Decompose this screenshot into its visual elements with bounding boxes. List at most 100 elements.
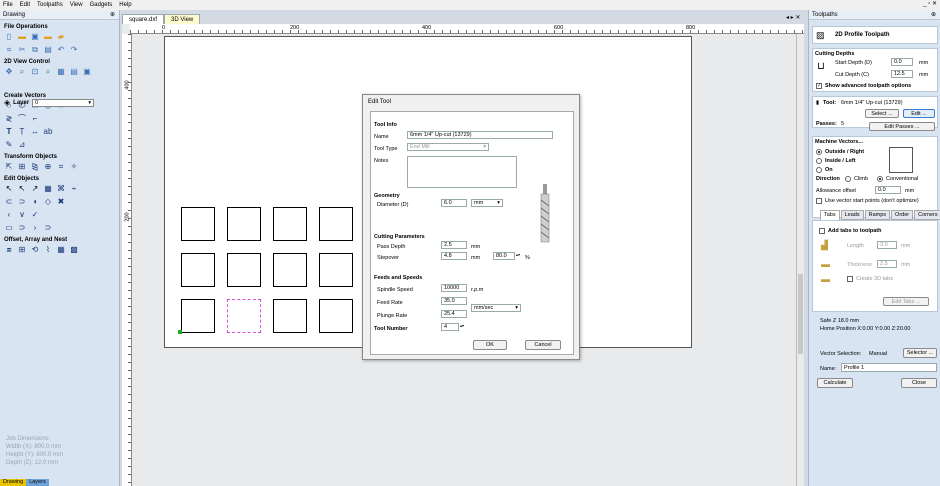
- node-edit-icon[interactable]: ↖: [17, 184, 27, 194]
- view-2d-icon[interactable]: ▦: [56, 67, 66, 77]
- dimension-icon[interactable]: ↔: [30, 127, 40, 137]
- selected-vector-square[interactable]: [181, 299, 215, 333]
- tab-length-input[interactable]: 3.0: [877, 241, 897, 249]
- tab-nav-arrows[interactable]: ◂ ▸ ✕: [786, 14, 800, 21]
- menu-help[interactable]: Help: [119, 2, 131, 8]
- select-icon[interactable]: ↖: [4, 184, 14, 194]
- nest-icon[interactable]: ▦: [56, 245, 66, 255]
- spindle-speed-input[interactable]: 10000: [441, 284, 467, 292]
- feed-unit-select[interactable]: mm/sec ▾: [471, 304, 521, 312]
- diameter-input[interactable]: 6.0: [441, 199, 467, 207]
- save-icon[interactable]: ▣: [30, 32, 40, 42]
- menu-toolpaths[interactable]: Toolpaths: [37, 2, 63, 8]
- text-on-curve-icon[interactable]: Ṭ: [17, 127, 27, 137]
- inside-left-radio[interactable]: [816, 158, 822, 164]
- on-radio[interactable]: [816, 167, 822, 173]
- extend-icon[interactable]: ›: [30, 223, 40, 233]
- weld-icon[interactable]: ⊂: [4, 197, 14, 207]
- delete-icon[interactable]: ✖: [56, 197, 66, 207]
- tool-edit-button[interactable]: Edit ...: [903, 109, 935, 118]
- vector-square[interactable]: [273, 253, 307, 287]
- array-icon[interactable]: ▩: [69, 245, 79, 255]
- tab-thickness-input[interactable]: 2.5: [877, 260, 897, 268]
- move-icon[interactable]: ⇱: [4, 162, 14, 172]
- vector-square[interactable]: [181, 207, 215, 241]
- draw-icon[interactable]: ⊿: [17, 140, 27, 150]
- distort-icon[interactable]: ⌗: [56, 162, 66, 172]
- window-controls[interactable]: _ ▫ ✕: [923, 0, 937, 7]
- cancel-button[interactable]: Cancel: [525, 340, 561, 350]
- check-icon[interactable]: ✓: [30, 210, 40, 220]
- spinner-icon[interactable]: ▴▾: [516, 252, 520, 257]
- redo-icon[interactable]: ↷: [69, 45, 79, 55]
- pass-depth-input[interactable]: 2.5: [441, 241, 467, 249]
- circular-copy-icon[interactable]: ⟲: [30, 245, 40, 255]
- close-button[interactable]: Close: [901, 378, 937, 388]
- ok-button[interactable]: OK: [473, 340, 507, 350]
- tab-order[interactable]: Order: [891, 210, 914, 220]
- calculate-button[interactable]: Calculate: [817, 378, 853, 388]
- block-copy-icon[interactable]: ⊞: [17, 245, 27, 255]
- tool-notes-textarea[interactable]: [407, 156, 517, 188]
- copy-icon[interactable]: ⧉: [30, 45, 40, 55]
- zoom-fit-icon[interactable]: ⌕: [43, 67, 53, 77]
- job-setup-icon[interactable]: ⌗: [4, 45, 14, 55]
- join-icon[interactable]: ⌁: [69, 184, 79, 194]
- chamfer-icon[interactable]: ∨: [17, 210, 27, 220]
- tab-layers[interactable]: Layers: [26, 479, 49, 486]
- scrollbar-thumb[interactable]: [798, 274, 803, 354]
- copy-along-icon[interactable]: ⌇: [43, 245, 53, 255]
- mirror-icon[interactable]: ⧎: [30, 162, 40, 172]
- layer-select[interactable]: 0 ▾: [32, 98, 95, 107]
- tab-drawing[interactable]: Drawing: [0, 479, 27, 486]
- tool-number-input[interactable]: 4: [441, 323, 459, 331]
- cut-depth-input[interactable]: 12.5: [891, 70, 913, 78]
- offset-icon[interactable]: ⧈: [4, 245, 14, 255]
- center-icon[interactable]: ✧: [69, 162, 79, 172]
- subtract-icon[interactable]: ⊃: [17, 197, 27, 207]
- vector-start-checkbox[interactable]: [816, 198, 822, 204]
- tab-leads[interactable]: Leads: [840, 210, 864, 220]
- toolpath-name-input[interactable]: Profile 1: [841, 363, 937, 372]
- align-icon[interactable]: ⊕: [43, 162, 53, 172]
- ungroup-icon[interactable]: ⌘: [56, 184, 66, 194]
- spinner-icon[interactable]: ▴▾: [460, 323, 464, 328]
- vector-square[interactable]: [227, 253, 261, 287]
- interactive-transform-icon[interactable]: ↗: [30, 184, 40, 194]
- menu-view[interactable]: View: [70, 2, 83, 8]
- undo-icon[interactable]: ↶: [56, 45, 66, 55]
- new-file-icon[interactable]: ▯: [4, 32, 14, 42]
- cut-icon[interactable]: ✂: [17, 45, 27, 55]
- trace-bitmap-icon[interactable]: ✎: [4, 140, 14, 150]
- add-tabs-checkbox[interactable]: [819, 228, 825, 234]
- vector-square[interactable]: [319, 299, 353, 333]
- menu-edit[interactable]: Edit: [20, 2, 30, 8]
- edit-passes-button[interactable]: Edit Passes ...: [869, 122, 935, 131]
- curve-fit-icon[interactable]: ⊃: [43, 223, 53, 233]
- stepover-percent-input[interactable]: 80.0: [493, 252, 515, 260]
- vector-square[interactable]: [227, 207, 261, 241]
- stepover-input[interactable]: 4.8: [441, 252, 467, 260]
- bracket-icon[interactable]: ▭: [4, 223, 14, 233]
- tab-tabs[interactable]: Tabs: [820, 210, 840, 220]
- vector-square[interactable]: [273, 207, 307, 241]
- close-vector-icon[interactable]: ⊃: [17, 223, 27, 233]
- pin-icon[interactable]: ⊕: [931, 11, 936, 18]
- folder-icon[interactable]: ▰: [56, 32, 66, 42]
- import-icon[interactable]: ▬: [43, 32, 53, 42]
- auto-layout-text-icon[interactable]: ab: [43, 127, 53, 137]
- tool-name-input[interactable]: 6mm 1/4" Up-cut (13729): [407, 131, 553, 139]
- create-3d-tabs-checkbox[interactable]: [847, 276, 853, 282]
- view-split-icon[interactable]: ▤: [69, 67, 79, 77]
- curve-icon[interactable]: ⌒: [17, 114, 27, 124]
- outside-right-radio[interactable]: [816, 149, 822, 155]
- feed-rate-input[interactable]: 35.0: [441, 297, 467, 305]
- paste-icon[interactable]: ▤: [43, 45, 53, 55]
- group-icon[interactable]: ▦: [43, 184, 53, 194]
- tool-type-select[interactable]: End Mill ▾: [407, 143, 489, 151]
- view-3d-icon[interactable]: ▣: [82, 67, 92, 77]
- tab-ramps[interactable]: Ramps: [864, 210, 891, 220]
- open-file-icon[interactable]: ▬: [17, 32, 27, 42]
- selector-button[interactable]: Selector ...: [903, 348, 937, 358]
- tool-select-button[interactable]: Select ...: [865, 109, 899, 118]
